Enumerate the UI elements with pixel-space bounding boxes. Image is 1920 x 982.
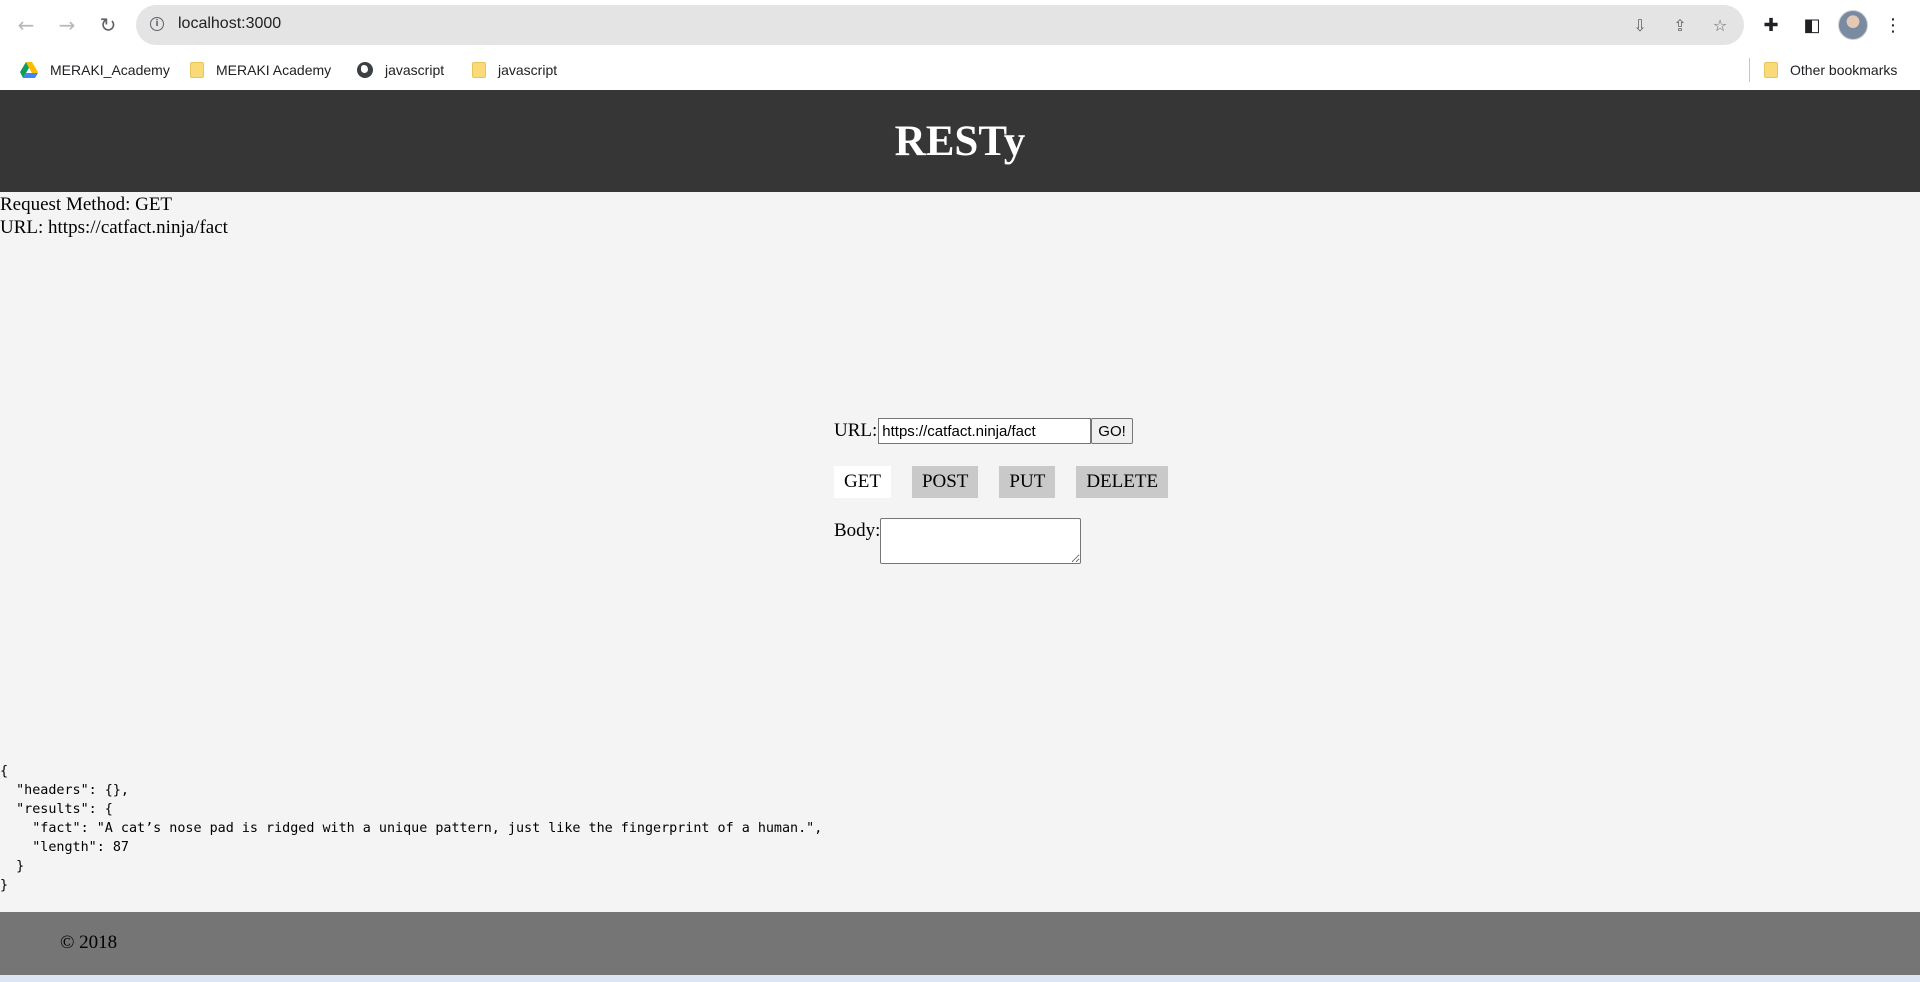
profile-avatar[interactable] (1838, 10, 1868, 40)
extensions-puzzle-icon[interactable]: ✚ (1757, 11, 1785, 39)
method-get-button[interactable]: GET (834, 466, 891, 498)
bookmark-star-icon[interactable]: ☆ (1710, 15, 1730, 35)
app-footer: © 2018 (0, 912, 1920, 975)
menu-kebab-icon[interactable]: ⋮ (1879, 11, 1907, 39)
install-app-icon[interactable]: ⇩ (1630, 15, 1650, 35)
method-put-button[interactable]: PUT (999, 466, 1056, 498)
method-delete-button[interactable]: DELETE (1076, 466, 1169, 498)
url-row: URL: GO! (834, 418, 1133, 444)
bookmark-label: javascript (498, 62, 558, 78)
other-bookmarks-label: Other bookmarks (1790, 62, 1898, 78)
globe-icon (357, 62, 373, 78)
url-label: URL: (834, 420, 878, 441)
address-bar[interactable]: i localhost:3000 ⇩ ⇪ ☆ (136, 5, 1744, 45)
bookmark-item[interactable]: MERAKI Academy (190, 60, 331, 80)
url-input[interactable] (878, 418, 1092, 444)
bookmarks-divider (1749, 58, 1750, 82)
bookmark-label: MERAKI Academy (216, 62, 332, 78)
bookmark-label: javascript (385, 62, 445, 78)
forward-arrow-icon[interactable]: → (53, 11, 81, 39)
bookmark-item[interactable]: MERAKI_Academy (20, 60, 170, 80)
side-panel-icon[interactable]: ◧ (1798, 11, 1826, 39)
request-url-text: URL: https://catfact.ninja/fact (0, 217, 228, 238)
request-method-text: Request Method: GET (0, 194, 173, 215)
app-header: RESTy (0, 90, 1920, 192)
bookmark-item[interactable]: javascript (357, 60, 444, 80)
body-label: Body: (834, 520, 881, 541)
google-drive-icon (20, 62, 38, 78)
other-bookmarks[interactable]: Other bookmarks (1764, 60, 1897, 80)
browser-toolbar: ← → ↻ i localhost:3000 ⇩ ⇪ ☆ ✚ ◧ ⋮ (0, 0, 1920, 50)
folder-icon (472, 62, 486, 78)
method-selector: GET POST PUT DELETE (834, 466, 1189, 498)
window-bottom-edge (0, 975, 1920, 982)
share-icon[interactable]: ⇪ (1670, 15, 1690, 35)
footer-copyright: © 2018 (60, 932, 118, 953)
address-text[interactable]: localhost:3000 (178, 15, 281, 33)
folder-icon (1764, 62, 1778, 78)
site-info-icon[interactable]: i (150, 17, 164, 31)
back-arrow-icon[interactable]: ← (12, 11, 40, 39)
bookmark-label: MERAKI_Academy (50, 62, 170, 78)
app-title: RESTy (894, 117, 1026, 165)
go-button[interactable]: GO! (1091, 418, 1133, 444)
folder-icon (190, 62, 204, 78)
reload-icon[interactable]: ↻ (94, 11, 122, 39)
bookmark-item[interactable]: javascript (472, 60, 557, 80)
body-textarea[interactable] (880, 518, 1082, 564)
results-json: { "headers": {}, "results": { "fact": "A… (0, 764, 823, 893)
body-row: Body: (834, 518, 1082, 564)
bookmarks-bar: MERAKI_Academy MERAKI Academy javascript… (0, 50, 1920, 90)
method-post-button[interactable]: POST (911, 466, 979, 498)
request-info: Request Method: GET URL: https://catfact… (0, 193, 228, 239)
